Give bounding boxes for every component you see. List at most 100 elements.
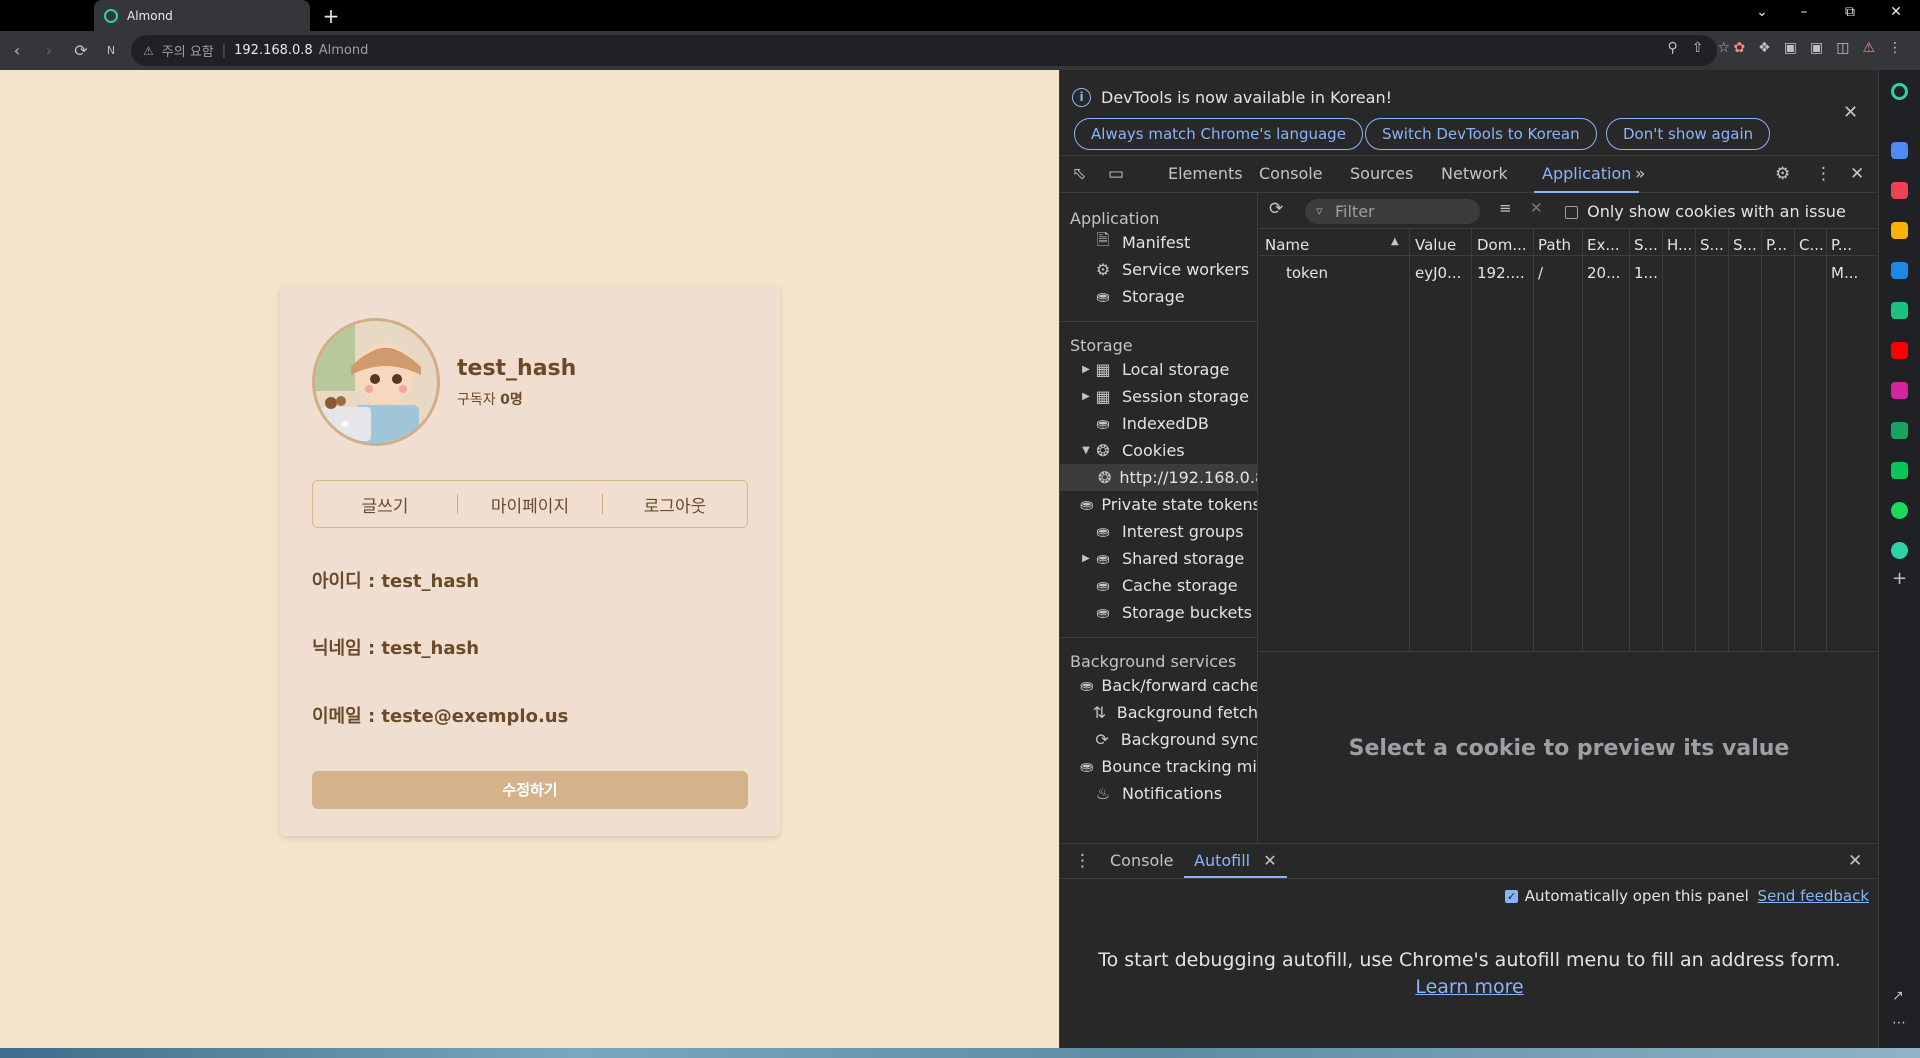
cookie-cell-priority[interactable]: M...	[1831, 264, 1871, 282]
clear-filtered-icon[interactable]: ≡	[1499, 199, 1512, 217]
sidebar-item-bounce-tracking[interactable]: ⛂Bounce tracking mitigations	[1060, 753, 1257, 780]
restore-icon[interactable]: ⧉	[1830, 4, 1870, 20]
refresh-icon[interactable]: ⟳	[1269, 199, 1283, 219]
line-app-icon[interactable]	[1891, 462, 1908, 479]
expand-arrow-icon[interactable]: ▶	[1080, 391, 1092, 402]
chat-app-icon[interactable]	[1891, 302, 1908, 319]
sidebar-item-storage-buckets[interactable]: ⛂ Storage buckets	[1060, 599, 1257, 626]
add-app-icon[interactable]: +	[1892, 568, 1907, 589]
warning-triangle-icon[interactable]: ⚠	[143, 44, 154, 58]
sidebar-item-manifest[interactable]: 🗎 Manifest	[1060, 229, 1257, 256]
news-icon[interactable]: N	[100, 40, 122, 62]
sidebar-item-notifications[interactable]: ♨ Notifications	[1060, 780, 1257, 807]
bookmark-star-icon[interactable]: ☆	[1717, 40, 1730, 56]
cookie-cell-path[interactable]: /	[1538, 264, 1582, 282]
sidebar-item-indexeddb[interactable]: ⛂ IndexedDB	[1060, 410, 1257, 437]
sidebar-item-interest-groups[interactable]: ⛂ Interest groups	[1060, 518, 1257, 545]
tab-console[interactable]: Console	[1259, 156, 1323, 193]
dont-show-again-button[interactable]: Don't show again	[1606, 118, 1771, 150]
column-header-domain[interactable]: Dom...	[1477, 236, 1531, 254]
new-tab-button[interactable]: +	[318, 3, 344, 29]
sidebar-item-shared-storage[interactable]: ▶ ⛂ Shared storage	[1060, 545, 1257, 572]
only-issues-toggle[interactable]: Only show cookies with an issue	[1565, 202, 1846, 221]
chart-app-icon[interactable]	[1891, 422, 1908, 439]
switch-korean-button[interactable]: Switch DevTools to Korean	[1365, 118, 1597, 150]
sidebar-item-bfcache[interactable]: ⛂ Back/forward cache	[1060, 672, 1257, 699]
star-app-icon[interactable]	[1891, 222, 1908, 239]
forward-arrow-icon[interactable]: ›	[38, 40, 60, 62]
cookie-cell-name[interactable]: token	[1286, 264, 1406, 282]
back-arrow-icon[interactable]: ‹	[6, 40, 28, 62]
column-header-name[interactable]: Name ▲	[1265, 236, 1405, 254]
tab-sources[interactable]: Sources	[1350, 156, 1413, 193]
youtube-app-icon[interactable]	[1891, 342, 1908, 359]
side-panel-icon[interactable]: ◫	[1836, 40, 1849, 56]
sidebar-item-local-storage[interactable]: ▶ ▦ Local storage	[1060, 356, 1257, 383]
sidebar-item-cookie-origin[interactable]: ❂ http://192.168.0.8	[1060, 464, 1257, 491]
tab-network[interactable]: Network	[1441, 156, 1508, 193]
column-header-priority[interactable]: P...	[1831, 236, 1871, 254]
column-header-expires[interactable]: Ex...	[1587, 236, 1627, 254]
column-header-partition-key[interactable]: P...	[1766, 236, 1794, 254]
only-issues-checkbox[interactable]	[1565, 206, 1578, 219]
address-bar[interactable]: ⚠ 주의 요함 | 192.168.0.8 Almond	[131, 35, 1717, 66]
key-icon[interactable]: ⚲	[1667, 40, 1677, 56]
share-icon[interactable]: ⇧	[1692, 40, 1704, 56]
cookie-cell-value[interactable]: eyJ0...	[1415, 264, 1469, 282]
cookie-cell-size[interactable]: 1...	[1634, 264, 1662, 282]
music-app-icon[interactable]	[1891, 542, 1908, 559]
tab-application[interactable]: Application	[1534, 156, 1640, 193]
sidebar-item-cache-storage[interactable]: ⛂ Cache storage	[1060, 572, 1257, 599]
sidebar-item-cookies[interactable]: ▼ ❂ Cookies	[1060, 437, 1257, 464]
auto-open-checkbox[interactable]: ✓	[1504, 890, 1518, 903]
cookie-extension-icon[interactable]: ✿	[1733, 40, 1745, 56]
settings-gear-icon[interactable]: ⚙	[1775, 164, 1790, 184]
cookie-filter-input[interactable]: ▿ Filter	[1305, 199, 1480, 224]
column-header-httponly[interactable]: H...	[1667, 236, 1695, 254]
collapse-arrow-icon[interactable]: ▼	[1080, 445, 1092, 456]
cookie-cell-domain[interactable]: 192....	[1477, 264, 1531, 282]
open-external-icon[interactable]: ↗	[1892, 988, 1904, 1004]
menu-dots-icon[interactable]: ⋮	[1888, 40, 1902, 56]
infobar-close-icon[interactable]: ✕	[1843, 102, 1858, 123]
expand-arrow-icon[interactable]: ▶	[1080, 364, 1092, 375]
play-app-icon[interactable]	[1891, 502, 1908, 519]
devtools-close-icon[interactable]: ✕	[1850, 164, 1864, 184]
media-icon[interactable]: ▣	[1784, 40, 1797, 56]
mail-app-icon[interactable]	[1891, 142, 1908, 159]
delete-selected-icon[interactable]: ✕	[1530, 199, 1543, 217]
send-feedback-link[interactable]: Send feedback	[1758, 887, 1869, 905]
expand-arrow-icon[interactable]: ▶	[1080, 553, 1092, 564]
browser-tab-almond[interactable]: Almond	[94, 0, 310, 31]
cookie-cell-expires[interactable]: 20...	[1587, 264, 1627, 282]
mypage-button[interactable]: 마이페이지	[458, 492, 602, 517]
screenshot-icon[interactable]: ▣	[1810, 40, 1823, 56]
almond-app-icon[interactable]	[1891, 83, 1908, 100]
sidebar-item-service-workers[interactable]: ⚙ Service workers	[1060, 256, 1257, 283]
sidebar-item-storage[interactable]: ⛂ Storage	[1060, 283, 1257, 310]
device-toolbar-icon[interactable]: ▭	[1108, 164, 1124, 184]
instagram-app-icon[interactable]	[1891, 382, 1908, 399]
drawer-menu-icon[interactable]: ⋮	[1074, 851, 1091, 871]
drawer-tab-close-icon[interactable]: ✕	[1263, 851, 1276, 870]
column-header-size[interactable]: S...	[1634, 236, 1662, 254]
more-tabs-icon[interactable]: »	[1635, 164, 1645, 184]
window-close-icon[interactable]: ✕	[1876, 4, 1916, 20]
drawer-tab-console[interactable]: Console	[1110, 844, 1174, 878]
logout-button[interactable]: 로그아웃	[603, 492, 747, 517]
tab-search-chevron-icon[interactable]: ⌄	[1742, 4, 1782, 20]
pocket-app-icon[interactable]	[1891, 182, 1908, 199]
column-header-cross-site[interactable]: C...	[1799, 236, 1826, 254]
column-header-value[interactable]: Value	[1415, 236, 1469, 254]
drawer-close-icon[interactable]: ✕	[1848, 851, 1862, 871]
devtools-menu-icon[interactable]: ⋮	[1815, 164, 1832, 184]
minimize-icon[interactable]: –	[1784, 4, 1824, 20]
column-header-path[interactable]: Path	[1538, 236, 1582, 254]
sidebar-item-private-state-tokens[interactable]: ⛂ Private state tokens	[1060, 491, 1257, 518]
extensions-puzzle-icon[interactable]: ❖	[1758, 40, 1771, 56]
learn-more-link[interactable]: Learn more	[1060, 974, 1879, 1001]
sidebar-item-background-sync[interactable]: ⟳ Background sync	[1060, 726, 1257, 753]
drawer-tab-autofill[interactable]: Autofill ✕	[1184, 844, 1287, 878]
tab-elements[interactable]: Elements	[1168, 156, 1243, 193]
error-icon[interactable]: ⚠	[1862, 40, 1875, 56]
